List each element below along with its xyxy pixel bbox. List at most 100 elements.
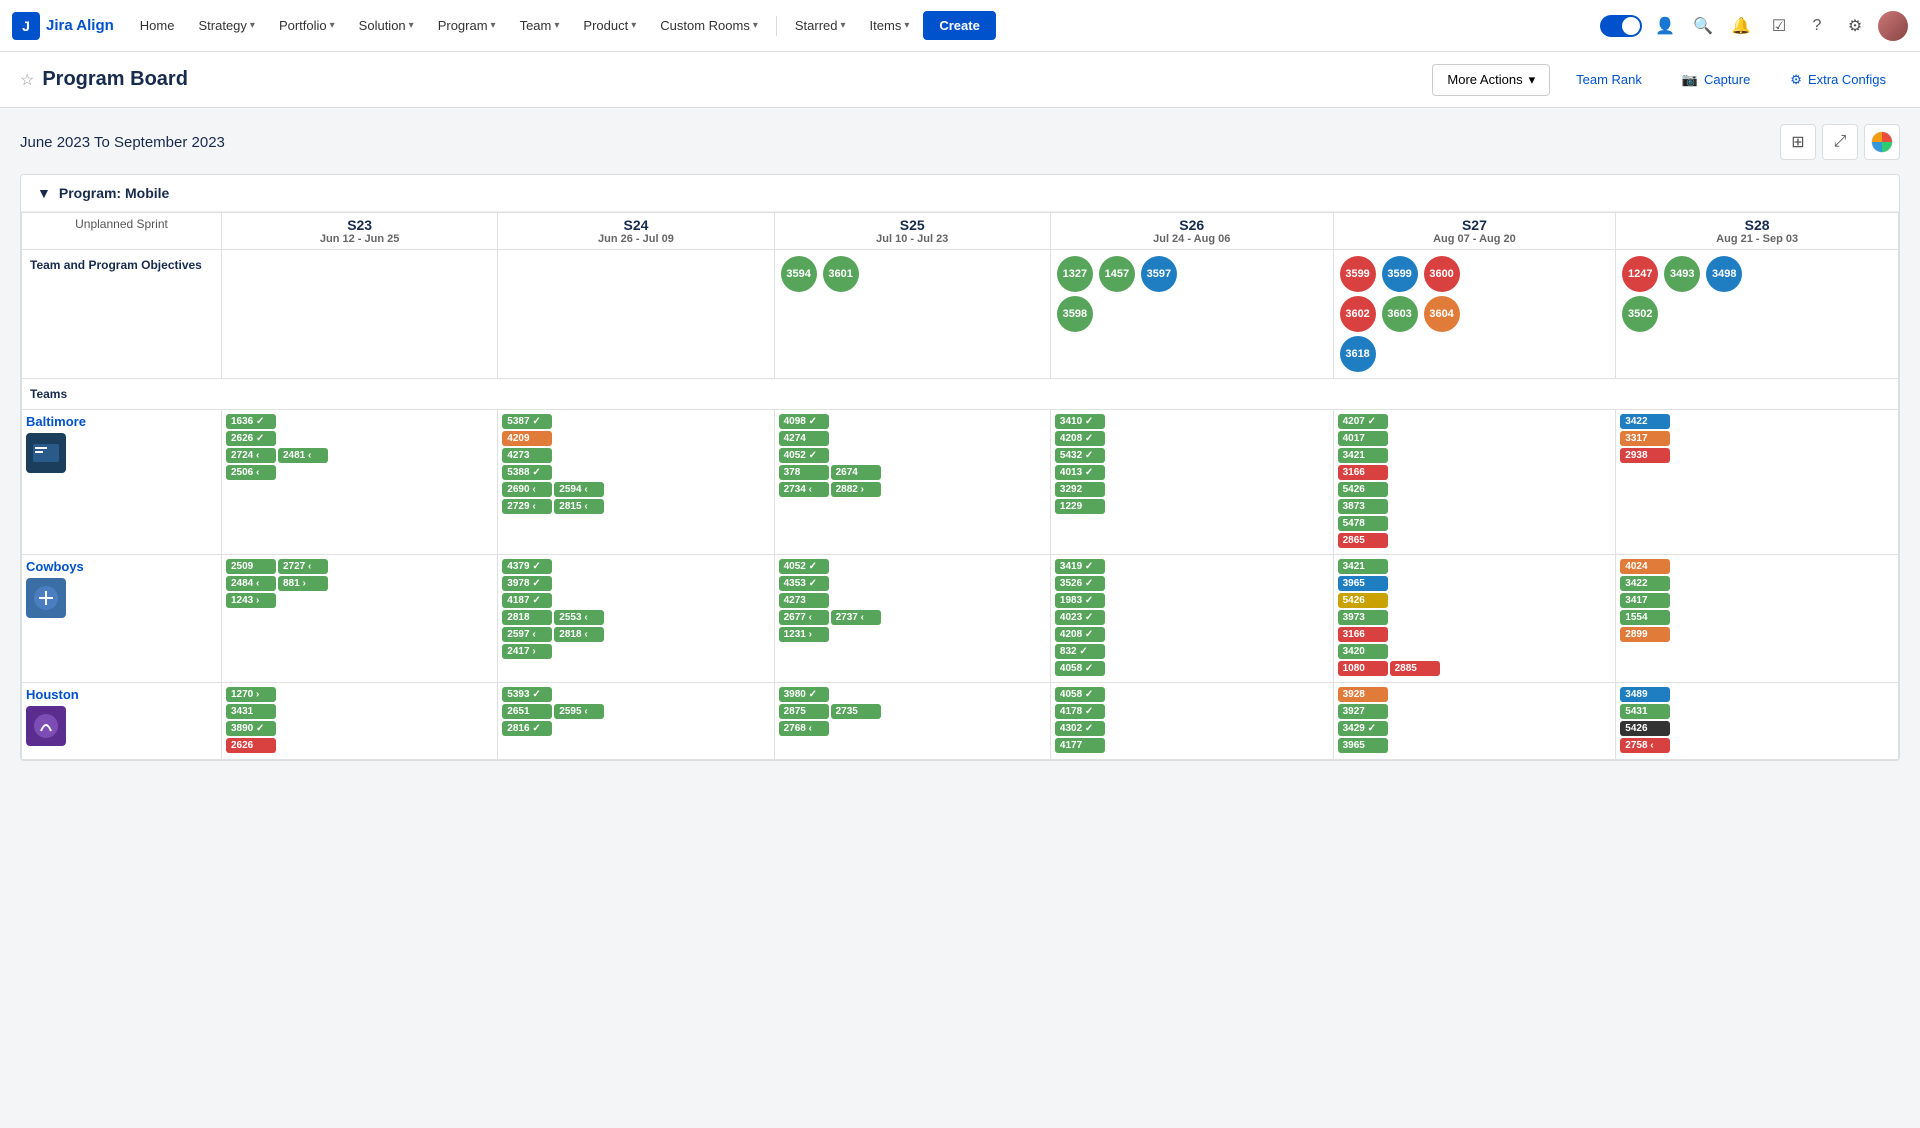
grid-view-button[interactable]: ⊞	[1780, 124, 1816, 160]
obj-badge-3597[interactable]: 3597	[1141, 256, 1177, 292]
card-3422[interactable]: 3422	[1620, 414, 1670, 429]
card-2509[interactable]: 2509	[226, 559, 276, 574]
card-2595[interactable]: 2595 ‹	[554, 704, 604, 719]
card-2768[interactable]: 2768 ‹	[779, 721, 829, 736]
card-4058h[interactable]: 4058 ✓	[1055, 687, 1105, 702]
card-2553[interactable]: 2553 ‹	[554, 610, 604, 625]
card-4353[interactable]: 4353 ✓	[779, 576, 829, 591]
card-4208c[interactable]: 4208 ✓	[1055, 627, 1105, 642]
obj-badge-3604[interactable]: 3604	[1424, 296, 1460, 332]
card-2724[interactable]: 2724 ‹	[226, 448, 276, 463]
card-2735[interactable]: 2735	[831, 704, 881, 719]
card-5426h[interactable]: 5426	[1620, 721, 1670, 736]
card-2818[interactable]: 2818	[502, 610, 552, 625]
logo[interactable]: J Jira Align	[12, 12, 114, 40]
card-2651[interactable]: 2651	[502, 704, 552, 719]
card-1983[interactable]: 1983 ✓	[1055, 593, 1105, 608]
card-1636[interactable]: 1636 ✓	[226, 414, 276, 429]
card-1080[interactable]: 1080	[1338, 661, 1388, 676]
obj-badge-3600[interactable]: 3600	[1424, 256, 1460, 292]
card-3422c[interactable]: 3422	[1620, 576, 1670, 591]
card-4273c[interactable]: 4273	[779, 593, 829, 608]
card-5393[interactable]: 5393 ✓	[502, 687, 552, 702]
nav-product[interactable]: Product ▾	[573, 12, 646, 39]
color-settings-button[interactable]	[1864, 124, 1900, 160]
card-2481[interactable]: 2481 ‹	[278, 448, 328, 463]
capture-button[interactable]: 📷 Capture	[1668, 65, 1764, 95]
star-icon[interactable]: ☆	[20, 70, 34, 90]
card-3489[interactable]: 3489	[1620, 687, 1670, 702]
card-2417[interactable]: 2417 ›	[502, 644, 552, 659]
obj-badge-3598[interactable]: 3598	[1057, 296, 1093, 332]
obj-badge-3601[interactable]: 3601	[823, 256, 859, 292]
card-4379[interactable]: 4379 ✓	[502, 559, 552, 574]
help-icon[interactable]: ?	[1802, 11, 1832, 41]
card-3973c[interactable]: 3973	[1338, 610, 1388, 625]
card-3166c[interactable]: 3166	[1338, 627, 1388, 642]
nav-portfolio[interactable]: Portfolio ▾	[269, 12, 345, 39]
nav-items[interactable]: Items ▾	[860, 12, 920, 39]
card-5432[interactable]: 5432 ✓	[1055, 448, 1105, 463]
card-2758[interactable]: 2758 ‹	[1620, 738, 1670, 753]
nav-home[interactable]: Home	[130, 12, 185, 39]
card-3965h[interactable]: 3965	[1338, 738, 1388, 753]
card-2875[interactable]: 2875	[779, 704, 829, 719]
card-4024[interactable]: 4024	[1620, 559, 1670, 574]
tasks-icon[interactable]: ☑	[1764, 11, 1794, 41]
card-2674[interactable]: 2674	[831, 465, 881, 480]
user-icon[interactable]: 👤	[1650, 11, 1680, 41]
card-3292[interactable]: 3292	[1055, 482, 1105, 497]
card-1229[interactable]: 1229	[1055, 499, 1105, 514]
obj-badge-3594[interactable]: 3594	[781, 256, 817, 292]
card-2882[interactable]: 2882 ›	[831, 482, 881, 497]
card-1243[interactable]: 1243 ›	[226, 593, 276, 608]
card-4187[interactable]: 4187 ✓	[502, 593, 552, 608]
card-3978[interactable]: 3978 ✓	[502, 576, 552, 591]
card-5426c[interactable]: 5426	[1338, 593, 1388, 608]
card-3890[interactable]: 3890 ✓	[226, 721, 276, 736]
card-881[interactable]: 881 ›	[278, 576, 328, 591]
card-2626h[interactable]: 2626	[226, 738, 276, 753]
board-scroll-container[interactable]: Unplanned Sprint S23 Jun 12 - Jun 25 S24…	[21, 212, 1899, 760]
obj-badge-3502[interactable]: 3502	[1622, 296, 1658, 332]
more-actions-button[interactable]: More Actions ▾	[1432, 64, 1550, 96]
obj-badge-3618[interactable]: 3618	[1340, 336, 1376, 372]
obj-badge-1457[interactable]: 1457	[1099, 256, 1135, 292]
card-3431[interactable]: 3431	[226, 704, 276, 719]
card-2816[interactable]: 2816 ✓	[502, 721, 552, 736]
card-3965[interactable]: 3965	[1338, 576, 1388, 591]
card-5387[interactable]: 5387 ✓	[502, 414, 552, 429]
card-4209[interactable]: 4209	[502, 431, 552, 446]
settings-icon[interactable]: ⚙	[1840, 11, 1870, 41]
card-2815[interactable]: 2815 ‹	[554, 499, 604, 514]
obj-badge-3498[interactable]: 3498	[1706, 256, 1742, 292]
card-4013[interactable]: 4013 ✓	[1055, 465, 1105, 480]
card-3317[interactable]: 3317	[1620, 431, 1670, 446]
card-2677[interactable]: 2677 ‹	[779, 610, 829, 625]
card-1270[interactable]: 1270 ›	[226, 687, 276, 702]
team-rank-button[interactable]: Team Rank	[1562, 65, 1656, 94]
card-4207[interactable]: 4207 ✓	[1338, 414, 1388, 429]
nav-starred[interactable]: Starred ▾	[785, 12, 856, 39]
nav-custom-rooms[interactable]: Custom Rooms ▾	[650, 12, 768, 39]
card-3419c[interactable]: 3419 ✓	[1055, 559, 1105, 574]
card-3420[interactable]: 3420	[1338, 644, 1388, 659]
card-4273[interactable]: 4273	[502, 448, 552, 463]
theme-toggle[interactable]	[1600, 15, 1642, 37]
nav-team[interactable]: Team ▾	[510, 12, 570, 39]
houston-team-name[interactable]: Houston	[26, 687, 217, 702]
card-4177[interactable]: 4177	[1055, 738, 1105, 753]
card-3980[interactable]: 3980 ✓	[779, 687, 829, 702]
card-2737[interactable]: 2737 ‹	[831, 610, 881, 625]
nav-strategy[interactable]: Strategy ▾	[188, 12, 264, 39]
card-2597[interactable]: 2597 ‹	[502, 627, 552, 642]
card-1554[interactable]: 1554	[1620, 610, 1670, 625]
cowboys-team-name[interactable]: Cowboys	[26, 559, 217, 574]
card-2818b[interactable]: 2818 ‹	[554, 627, 604, 642]
avatar[interactable]	[1878, 11, 1908, 41]
card-3927[interactable]: 3927	[1338, 704, 1388, 719]
card-3166[interactable]: 3166	[1338, 465, 1388, 480]
extra-configs-button[interactable]: ⚙ Extra Configs	[1776, 65, 1900, 95]
card-2865[interactable]: 2865	[1338, 533, 1388, 548]
card-2626[interactable]: 2626 ✓	[226, 431, 276, 446]
